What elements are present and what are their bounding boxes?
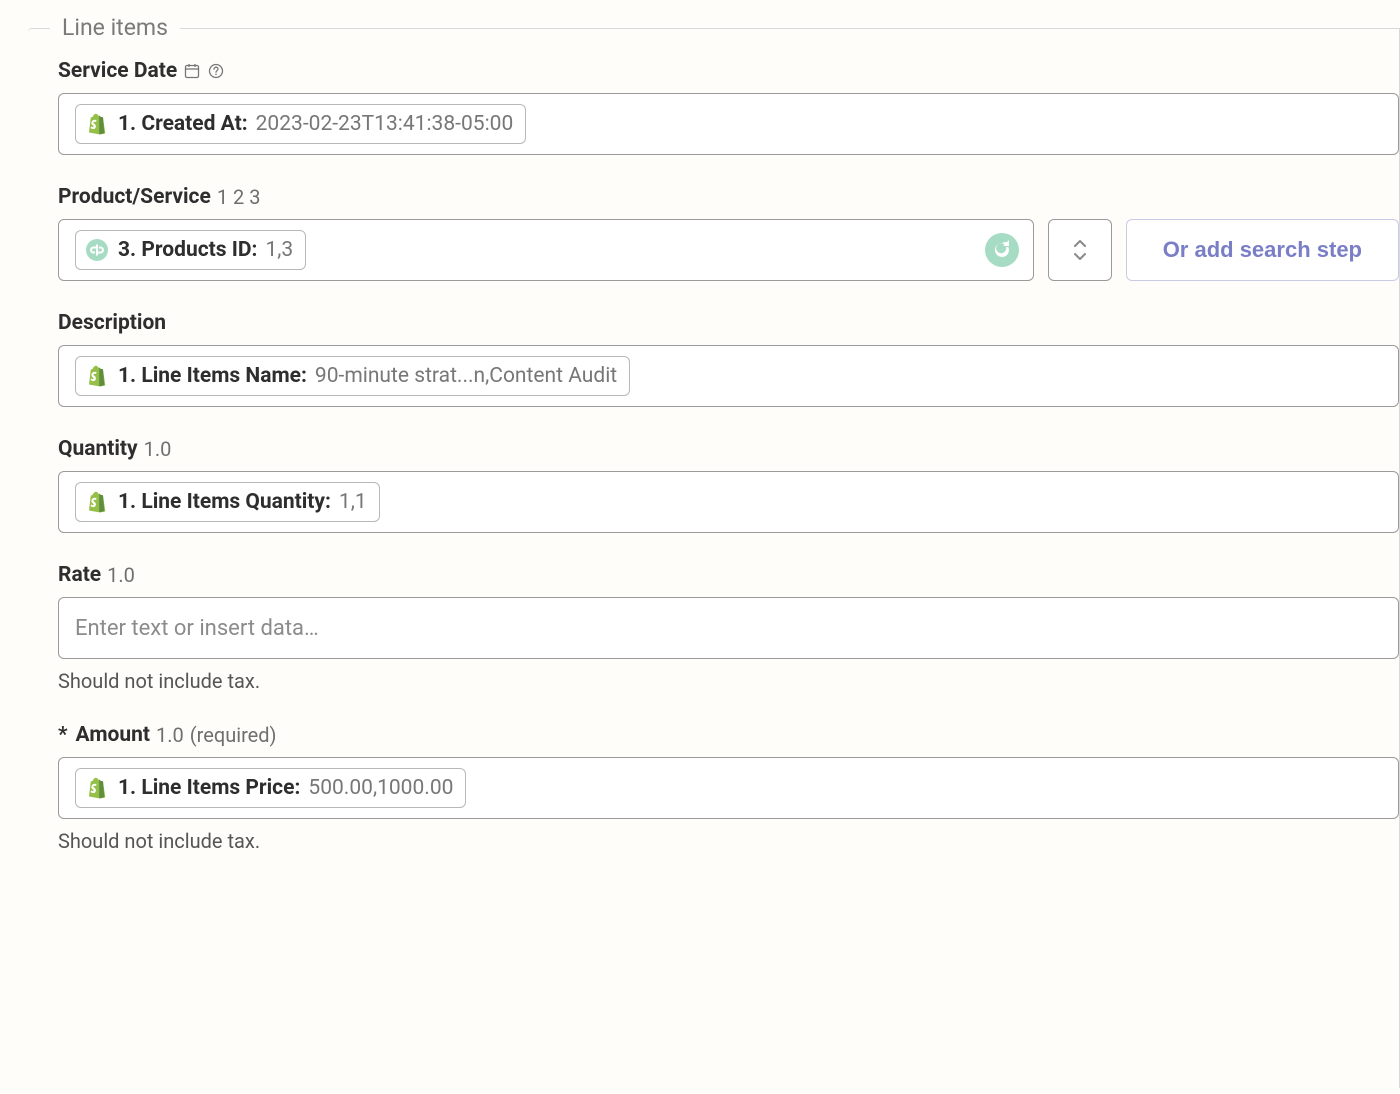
help-text: Should not include tax. — [58, 829, 1399, 853]
field-label: Description — [58, 311, 1399, 335]
label-text: Description — [58, 311, 166, 335]
quickbooks-icon — [84, 237, 110, 263]
add-search-step-button[interactable]: Or add search step — [1126, 219, 1399, 281]
label-text: Service Date — [58, 59, 177, 83]
help-icon[interactable] — [207, 62, 225, 80]
pill-label: 1. Line Items Name: — [118, 364, 307, 388]
data-pill[interactable]: 1. Line Items Price: 500.00,1000.00 — [75, 768, 466, 808]
label-sub: 1.0 — [144, 437, 172, 461]
stepper-control[interactable] — [1048, 219, 1112, 281]
label-sub: 1.0 — [156, 723, 184, 747]
field-label: * Amount 1.0 (required) — [58, 723, 1399, 747]
shopify-icon — [84, 111, 110, 137]
field-amount: * Amount 1.0 (required) 1. Line Items Pr… — [28, 693, 1399, 853]
service-date-input[interactable]: 1. Created At: 2023-02-23T13:41:38-05:00 — [58, 93, 1399, 155]
amount-input[interactable]: 1. Line Items Price: 500.00,1000.00 — [58, 757, 1399, 819]
field-label: Service Date — [58, 59, 1399, 83]
label-sub: 1 2 3 — [217, 185, 261, 209]
field-product-service: Product/Service 1 2 3 3. Products ID: 1,… — [28, 155, 1399, 281]
quantity-input[interactable]: 1. Line Items Quantity: 1,1 — [58, 471, 1399, 533]
field-label: Quantity 1.0 — [58, 437, 1399, 461]
description-input[interactable]: 1. Line Items Name: 90-minute strat...n,… — [58, 345, 1399, 407]
pill-label: 1. Created At: — [118, 112, 248, 136]
label-sub: 1.0 — [107, 563, 135, 587]
shopify-icon — [84, 363, 110, 389]
rate-input[interactable]: Enter text or insert data… — [58, 597, 1399, 659]
pill-value: 2023-02-23T13:41:38-05:00 — [256, 112, 514, 136]
line-items-fieldset: Line items Service Date 1. Created At: 2… — [28, 28, 1400, 1088]
label-text: Amount — [76, 723, 150, 747]
field-description: Description 1. Line Items Name: 90-minut… — [28, 281, 1399, 407]
data-pill[interactable]: 1. Line Items Quantity: 1,1 — [75, 482, 380, 522]
pill-label: 3. Products ID: — [118, 238, 257, 262]
pill-value: 90-minute strat...n,Content Audit — [315, 364, 617, 388]
pill-value: 1,1 — [339, 490, 367, 514]
required-label: (required) — [190, 723, 277, 747]
help-text: Should not include tax. — [58, 669, 1399, 693]
field-rate: Rate 1.0 Enter text or insert data… Shou… — [28, 533, 1399, 693]
fieldset-legend: Line items — [50, 14, 180, 41]
shopify-icon — [84, 489, 110, 515]
field-quantity: Quantity 1.0 1. Line Items Quantity: 1,1 — [28, 407, 1399, 533]
pill-label: 1. Line Items Price: — [118, 776, 300, 800]
pill-value: 1,3 — [265, 238, 293, 262]
data-pill[interactable]: 1. Line Items Name: 90-minute strat...n,… — [75, 356, 630, 396]
data-pill[interactable]: 3. Products ID: 1,3 — [75, 230, 306, 270]
chevrons-up-down-icon — [1071, 236, 1089, 264]
data-pill[interactable]: 1. Created At: 2023-02-23T13:41:38-05:00 — [75, 104, 526, 144]
field-label: Rate 1.0 — [58, 563, 1399, 587]
required-asterisk: * — [58, 723, 68, 747]
product-service-input[interactable]: 3. Products ID: 1,3 — [58, 219, 1034, 281]
calendar-icon — [183, 62, 201, 80]
pill-value: 500.00,1000.00 — [308, 776, 453, 800]
label-text: Quantity — [58, 437, 138, 461]
field-service-date: Service Date 1. Created At: 2023-02-23T1… — [28, 29, 1399, 155]
label-text: Product/Service — [58, 185, 211, 209]
pill-label: 1. Line Items Quantity: — [118, 490, 331, 514]
field-label: Product/Service 1 2 3 — [58, 185, 1399, 209]
shopify-icon — [84, 775, 110, 801]
label-text: Rate — [58, 563, 101, 587]
refresh-icon[interactable] — [985, 233, 1019, 267]
